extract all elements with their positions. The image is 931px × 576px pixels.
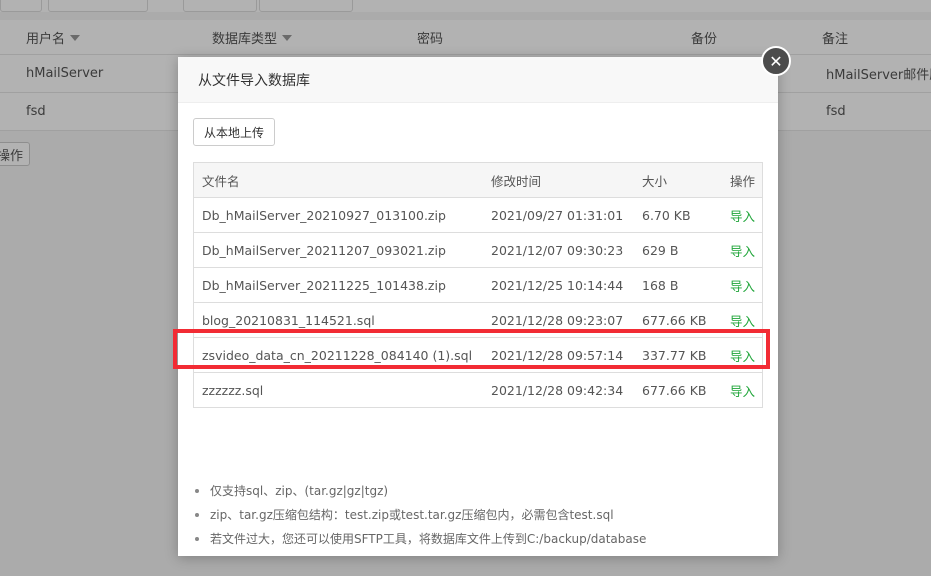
table-row: Db_hMailServer_20210927_013100.zip 2021/…: [194, 198, 762, 233]
import-link[interactable]: 导入: [730, 233, 755, 267]
table-row: blog_20210831_114521.sql 2021/12/28 09:2…: [194, 303, 762, 338]
time-cell: 2021/09/27 01:31:01: [491, 207, 624, 223]
tip-item: 仅支持sql、zip、(tar.gz|gz|tgz): [193, 479, 646, 503]
import-link[interactable]: 导入: [730, 198, 755, 232]
column-filename: 文件名: [202, 173, 240, 189]
table-row: Db_hMailServer_20211207_093021.zip 2021/…: [194, 233, 762, 268]
table-row: zzzzzz.sql 2021/12/28 09:42:34 677.66 KB…: [194, 373, 762, 407]
tip-item: zip、tar.gz压缩包结构：test.zip或test.tar.gz压缩包内…: [193, 503, 646, 527]
filename-cell: Db_hMailServer_20211207_093021.zip: [202, 242, 446, 258]
size-cell: 677.66 KB: [642, 312, 707, 328]
table-row: Db_hMailServer_20211225_101438.zip 2021/…: [194, 268, 762, 303]
import-link[interactable]: 导入: [730, 268, 755, 302]
file-table: 文件名 修改时间 大小 操作 Db_hMailServer_20210927_0…: [193, 162, 763, 408]
size-cell: 677.66 KB: [642, 382, 707, 398]
tips-list: 仅支持sql、zip、(tar.gz|gz|tgz) zip、tar.gz压缩包…: [193, 479, 646, 551]
size-cell: 6.70 KB: [642, 207, 691, 223]
import-link[interactable]: 导入: [730, 373, 755, 407]
time-cell: 2021/12/28 09:42:34: [491, 382, 624, 398]
dialog-title: 从文件导入数据库: [198, 72, 310, 89]
time-cell: 2021/12/28 09:23:07: [491, 312, 624, 328]
filename-cell: Db_hMailServer_20211225_101438.zip: [202, 277, 446, 293]
import-link[interactable]: 导入: [730, 303, 755, 337]
filename-cell: Db_hMailServer_20210927_013100.zip: [202, 207, 446, 223]
import-database-dialog: 从文件导入数据库 从本地上传 文件名 修改时间 大小 操作 Db_hMailSe…: [178, 57, 778, 556]
close-icon[interactable]: ✕: [761, 46, 791, 76]
tip-item: 若文件过大，您还可以使用SFTP工具，将数据库文件上传到C:/backup/da…: [193, 527, 646, 551]
import-link[interactable]: 导入: [730, 338, 755, 372]
time-cell: 2021/12/25 10:14:44: [491, 277, 624, 293]
file-table-header: 文件名 修改时间 大小 操作: [194, 163, 762, 198]
size-cell: 337.77 KB: [642, 347, 707, 363]
size-cell: 629 B: [642, 242, 679, 258]
upload-local-button[interactable]: 从本地上传: [193, 118, 276, 146]
dialog-header: 从文件导入数据库: [178, 57, 778, 103]
size-cell: 168 B: [642, 277, 679, 293]
filename-cell: blog_20210831_114521.sql: [202, 312, 375, 328]
column-size: 大小: [642, 173, 668, 189]
column-modified-time: 修改时间: [491, 173, 542, 189]
time-cell: 2021/12/28 09:57:14: [491, 347, 624, 363]
column-operation: 操作: [730, 173, 756, 189]
filename-cell: zzzzzz.sql: [202, 382, 264, 398]
time-cell: 2021/12/07 09:30:23: [491, 242, 624, 258]
filename-cell: zsvideo_data_cn_20211228_084140 (1).sql: [202, 347, 473, 363]
table-row: zsvideo_data_cn_20211228_084140 (1).sql …: [194, 338, 762, 373]
